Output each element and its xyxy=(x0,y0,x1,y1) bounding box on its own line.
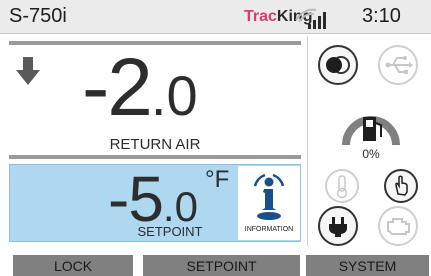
return-air-temperature: -2.0 xyxy=(82,45,198,130)
bottom-button-bar: LOCK SETPOINT SYSTEM xyxy=(0,255,431,276)
return-air-label: RETURN AIR xyxy=(109,136,201,153)
information-icon xyxy=(253,173,285,220)
usb-button[interactable] xyxy=(378,45,418,85)
brand-prefix: Trac xyxy=(244,8,277,25)
return-air-decimal: .0 xyxy=(150,64,198,127)
information-label: INFORMATION xyxy=(244,226,294,233)
clock: 3:10 xyxy=(362,5,401,27)
engine-icon xyxy=(387,218,410,235)
thermometer-icon xyxy=(336,175,348,199)
lock-button[interactable]: LOCK xyxy=(13,255,133,276)
middle-divider xyxy=(9,155,301,159)
unit-model: S-750i xyxy=(9,5,67,27)
mode-toggle-button[interactable] xyxy=(318,45,358,85)
setpoint-button[interactable]: SETPOINT xyxy=(143,255,300,276)
power-plug-icon xyxy=(329,217,347,237)
signal-strength-icon xyxy=(295,8,326,29)
down-arrow-icon xyxy=(16,57,40,85)
temperature-sensor-button[interactable] xyxy=(325,169,359,203)
fuel-percentage: 0% xyxy=(362,147,380,161)
usb-icon xyxy=(385,56,413,74)
status-bar: S-750i TracKing 3:10 xyxy=(0,0,431,34)
setpoint-label: SETPOINT xyxy=(137,224,203,239)
temperature-unit: °F xyxy=(205,166,230,193)
information-button[interactable]: INFORMATION xyxy=(238,166,300,240)
manual-mode-button[interactable] xyxy=(384,169,418,203)
return-air-whole: -2 xyxy=(82,42,153,133)
fuel-gauge xyxy=(342,116,400,146)
hand-pointer-icon xyxy=(395,175,408,196)
setpoint-decimal: .0 xyxy=(162,183,198,230)
electric-standby-button[interactable] xyxy=(318,206,358,246)
diesel-engine-button[interactable] xyxy=(378,206,418,246)
mode-toggle-icon xyxy=(326,56,350,74)
system-button[interactable]: SYSTEM xyxy=(306,255,429,276)
